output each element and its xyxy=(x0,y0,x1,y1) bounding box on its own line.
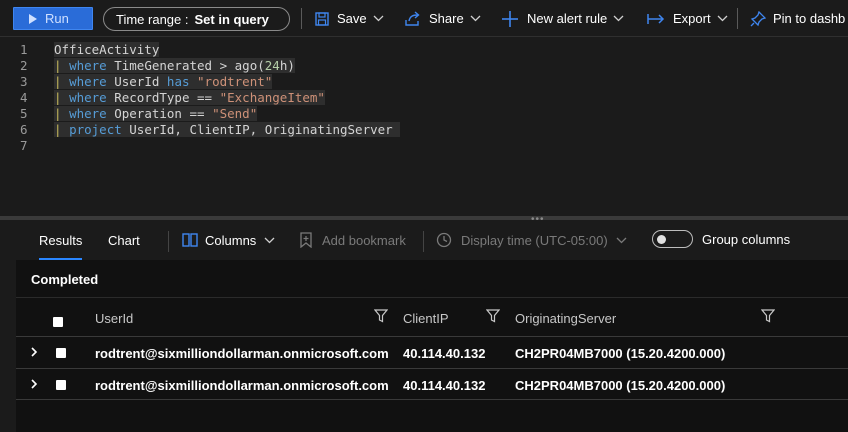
chevron-down-icon xyxy=(264,237,275,243)
code-text: | where UserId has "rodtrent" xyxy=(54,74,273,89)
cell-userid: rodtrent@sixmilliondollarman.onmicrosoft… xyxy=(95,377,389,393)
tab-results-label: Results xyxy=(39,232,83,248)
column-header-label: ClientIP xyxy=(403,310,449,326)
table-row[interactable]: rodtrent@sixmilliondollarman.onmicrosoft… xyxy=(16,368,848,400)
checkbox[interactable] xyxy=(56,380,66,390)
clock-icon xyxy=(436,232,452,248)
line-number: 7 xyxy=(20,138,28,153)
display-time-dropdown[interactable]: Display time (UTC-05:00) xyxy=(436,220,627,260)
new-alert-label: New alert rule xyxy=(527,11,608,26)
bookmark-label: Add bookmark xyxy=(322,232,406,248)
bookmark-icon xyxy=(300,232,312,248)
cell-originatingserver: CH2PR04MB7000 (15.20.4200.000) xyxy=(515,377,726,393)
cell-originatingserver: CH2PR04MB7000 (15.20.4200.000) xyxy=(515,345,726,361)
chevron-down-icon xyxy=(613,15,624,22)
run-label: Run xyxy=(45,11,69,26)
code-line: 4 | where RecordType == "ExchangeItem" xyxy=(0,90,848,106)
column-header-label: UserId xyxy=(95,310,134,326)
tab-chart[interactable]: Chart xyxy=(102,220,146,260)
chevron-down-icon xyxy=(470,15,481,22)
chevron-down-icon xyxy=(373,15,384,22)
query-editor[interactable]: 1 OfficeActivity 2 | where TimeGenerated… xyxy=(0,38,848,216)
filter-icon[interactable] xyxy=(761,309,775,323)
toolbar-divider xyxy=(423,231,424,252)
play-icon xyxy=(29,13,37,24)
pin-to-dashboard-button[interactable]: Pin to dashb xyxy=(750,0,845,37)
results-panel: Completed UserId ClientIP OriginatingSer… xyxy=(16,260,848,432)
line-number: 3 xyxy=(20,74,28,89)
columns-label: Columns xyxy=(205,232,257,248)
cell-userid: rodtrent@sixmilliondollarman.onmicrosoft… xyxy=(95,345,389,361)
plus-icon xyxy=(502,10,518,27)
new-alert-rule-button[interactable]: New alert rule xyxy=(501,0,624,37)
line-number: 4 xyxy=(20,90,28,105)
select-all-checkbox[interactable] xyxy=(53,298,63,338)
export-label: Export xyxy=(673,11,711,26)
code-line: 7 xyxy=(0,138,848,154)
chevron-down-icon xyxy=(717,15,728,22)
time-range-label: Time range : xyxy=(116,11,189,27)
code-text: | where Operation == "Send" xyxy=(54,106,258,121)
run-button[interactable]: Run xyxy=(13,7,93,30)
pin-icon xyxy=(750,10,766,26)
code-line: 5 | where Operation == "Send" xyxy=(0,106,848,122)
cell-clientip: 40.114.40.132 xyxy=(403,377,486,393)
save-button[interactable]: Save xyxy=(314,0,384,37)
group-columns-label: Group columns xyxy=(702,231,791,247)
code-text: | where TimeGenerated > ago(24h) xyxy=(54,58,295,73)
add-bookmark-button[interactable]: Add bookmark xyxy=(298,220,406,260)
checkbox[interactable] xyxy=(53,317,63,327)
line-number: 5 xyxy=(20,106,28,121)
code-text: | where RecordType == "ExchangeItem" xyxy=(54,90,325,105)
table-row[interactable]: rodtrent@sixmilliondollarman.onmicrosoft… xyxy=(16,336,848,368)
cell-clientip: 40.114.40.132 xyxy=(403,345,486,361)
chevron-right-icon[interactable] xyxy=(30,378,38,390)
query-status: Completed xyxy=(31,272,99,287)
toolbar-divider xyxy=(301,8,302,29)
column-header-clientip[interactable]: ClientIP xyxy=(403,298,449,338)
columns-button[interactable]: Columns xyxy=(182,220,275,260)
tab-chart-label: Chart xyxy=(108,232,140,248)
tab-results[interactable]: Results xyxy=(33,220,88,260)
group-columns-toggle[interactable]: Group columns xyxy=(652,219,790,259)
chevron-down-icon xyxy=(616,237,627,243)
row-checkbox[interactable] xyxy=(56,369,66,401)
line-number: 1 xyxy=(20,42,28,57)
export-icon xyxy=(647,13,665,24)
code-line: 3 | where UserId has "rodtrent" xyxy=(0,74,848,90)
column-header-originatingserver[interactable]: OriginatingServer xyxy=(515,298,616,338)
toolbar-divider xyxy=(168,231,169,252)
share-button[interactable]: Share xyxy=(404,0,481,37)
column-header-label: OriginatingServer xyxy=(515,310,617,326)
share-label: Share xyxy=(429,11,464,26)
filter-icon[interactable] xyxy=(374,309,388,323)
code-line: 2 | where TimeGenerated > ago(24h) xyxy=(0,58,848,74)
code-line: 1 OfficeActivity xyxy=(0,42,848,58)
display-time-label: Display time (UTC-05:00) xyxy=(461,232,608,248)
code-text: OfficeActivity xyxy=(54,42,160,57)
checkbox[interactable] xyxy=(56,348,66,358)
chevron-right-icon[interactable] xyxy=(30,346,38,358)
pin-label: Pin to dashb xyxy=(773,11,846,26)
time-range-value: Set in query xyxy=(194,11,269,27)
share-icon xyxy=(405,10,420,26)
export-button[interactable]: Export xyxy=(647,0,728,37)
line-number: 6 xyxy=(20,122,28,137)
save-label: Save xyxy=(337,11,367,26)
time-range-picker[interactable]: Time range : Set in query xyxy=(103,7,290,31)
filter-icon[interactable] xyxy=(486,309,500,323)
code-text: | project UserId, ClientIP, OriginatingS… xyxy=(54,122,401,137)
row-checkbox[interactable] xyxy=(56,337,66,369)
line-number: 2 xyxy=(20,58,28,73)
columns-icon xyxy=(182,233,198,247)
grid-header: UserId ClientIP OriginatingServer xyxy=(16,298,848,338)
column-header-userid[interactable]: UserId xyxy=(95,298,133,338)
save-icon xyxy=(315,11,329,26)
code-line: 6 | project UserId, ClientIP, Originatin… xyxy=(0,122,848,138)
toolbar-divider xyxy=(737,8,738,29)
toggle-switch[interactable] xyxy=(652,230,693,248)
command-bar: Run Time range : Set in query Save Share… xyxy=(0,0,848,37)
results-toolbar: Results Chart Columns Add bookmark Displ… xyxy=(0,220,848,260)
